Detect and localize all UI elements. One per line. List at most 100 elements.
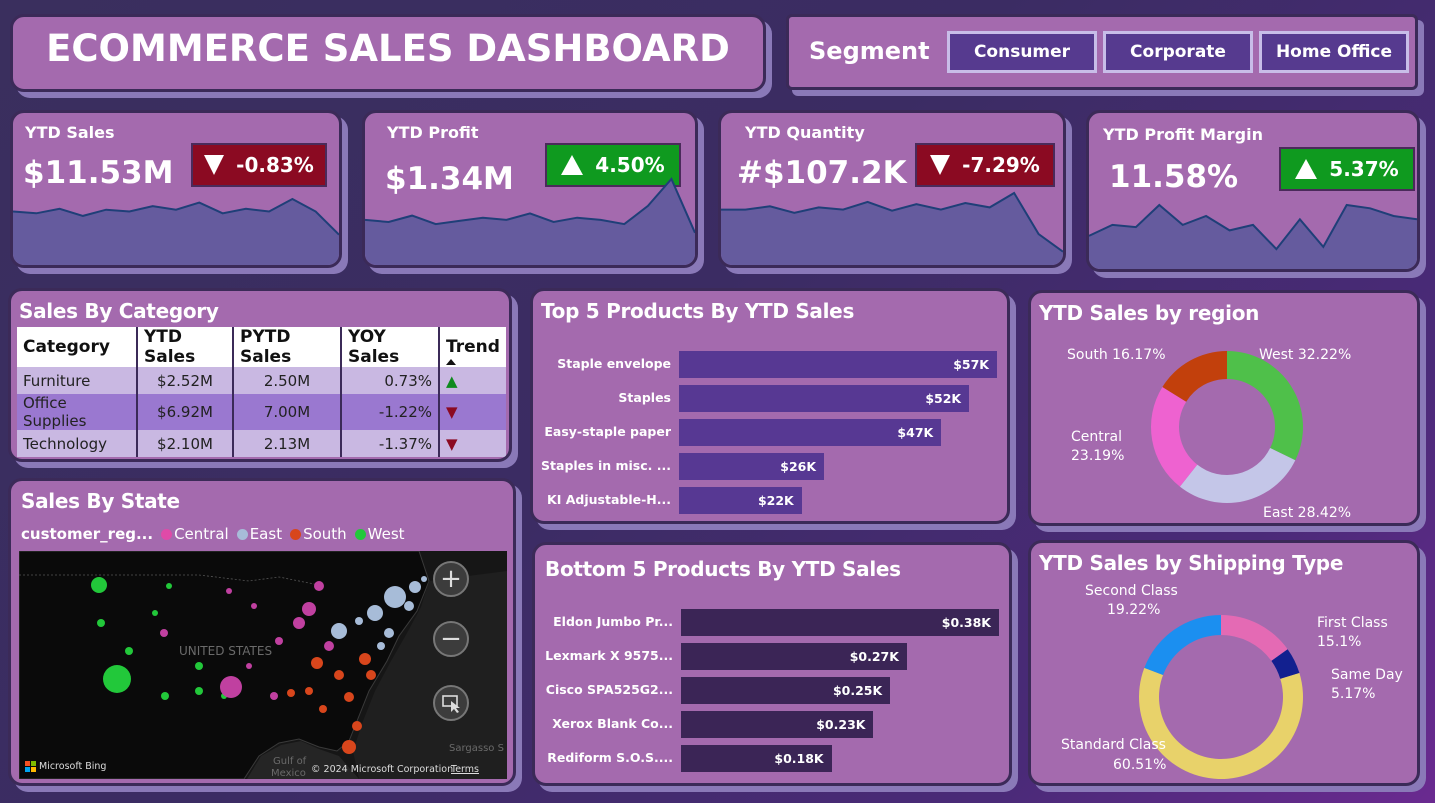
bar[interactable]: $26K (679, 453, 825, 480)
arrow-down-icon (204, 155, 225, 175)
table-row[interactable]: Furniture $2.52M 2.50M 0.73% ▲ (17, 367, 506, 394)
bubble-east[interactable] (421, 576, 427, 582)
bar-row[interactable]: Cisco SPA525G2... $0.25K (535, 677, 1009, 704)
bubble-east[interactable] (355, 617, 363, 625)
cell-category: Technology (17, 430, 138, 457)
bubble-east[interactable] (331, 623, 347, 639)
sales-by-category-card: Sales By Category Category YTD Sales PYT… (8, 288, 512, 462)
bubble-south[interactable] (352, 721, 362, 731)
segment-home-office-button[interactable]: Home Office (1259, 31, 1409, 73)
bar-row[interactable]: Rediform S.O.S.... $0.18K (535, 745, 1009, 772)
segment-corporate-button[interactable]: Corporate (1103, 31, 1253, 73)
bar-row[interactable]: Eldon Jumbo Pr... $0.38K (535, 609, 1009, 636)
bar[interactable]: $0.38K (681, 609, 999, 636)
bubble-central[interactable] (226, 588, 232, 594)
zoom-in-button[interactable]: + (433, 561, 469, 597)
bubble-central[interactable] (270, 692, 278, 700)
bar-category-label: KI Adjustable-H... (547, 492, 671, 507)
label-same-day-value: 5.17% (1331, 686, 1376, 702)
table-row[interactable]: Technology $2.10M 2.13M -1.37% ▼ (17, 430, 506, 457)
bubble-central[interactable] (246, 663, 252, 669)
bubble-south[interactable] (366, 670, 376, 680)
bar[interactable]: $57K (679, 351, 997, 378)
bubble-central[interactable] (275, 637, 283, 645)
column-header-yoy-sales[interactable]: YOY Sales (341, 327, 440, 367)
bubble-south[interactable] (334, 670, 344, 680)
bubble-east[interactable] (384, 586, 406, 608)
bubble-east[interactable] (409, 581, 421, 593)
legend-item-west[interactable]: West (354, 525, 405, 543)
bubble-south[interactable] (287, 689, 295, 697)
category-table: Category YTD Sales PYTD Sales YOY Sales … (17, 327, 506, 457)
donut-slice-central[interactable] (1151, 386, 1198, 487)
bottom5-title: Bottom 5 Products By YTD Sales (545, 557, 901, 581)
bubble-south[interactable] (342, 740, 356, 754)
bubble-central[interactable] (314, 581, 324, 591)
bar-row[interactable]: Staple envelope $57K (533, 351, 1007, 378)
bubble-central[interactable] (293, 617, 305, 629)
bar[interactable]: $0.25K (681, 677, 891, 704)
cell-trend: ▲ (439, 367, 506, 394)
kpi-change: -7.29% (962, 153, 1040, 177)
bar[interactable]: $47K (679, 419, 942, 446)
bubble-east[interactable] (404, 601, 414, 611)
map-canvas[interactable]: UNITED STATES Gulf of Mexico Sargasso S (19, 551, 507, 779)
bubble-west[interactable] (152, 610, 158, 616)
bubble-central[interactable] (220, 676, 242, 698)
bubble-east[interactable] (384, 628, 394, 638)
label-central-value: 23.19% (1071, 448, 1125, 464)
legend-dot (354, 529, 366, 540)
bar-row[interactable]: Xerox Blank Co... $0.23K (535, 711, 1009, 738)
legend-dot (290, 529, 302, 540)
bar[interactable]: $0.27K (681, 643, 907, 670)
zoom-out-button[interactable]: − (433, 621, 469, 657)
bubble-west[interactable] (166, 583, 172, 589)
legend-item-east[interactable]: East (236, 525, 282, 543)
bubble-west[interactable] (97, 619, 105, 627)
select-area-button[interactable] (433, 685, 469, 721)
column-header-category[interactable]: Category (17, 327, 138, 367)
bubble-south[interactable] (359, 653, 371, 665)
legend-item-south[interactable]: South (290, 525, 347, 543)
bubble-south[interactable] (344, 692, 354, 702)
bar-row[interactable]: Staples in misc. ... $26K (533, 453, 1007, 480)
column-header-trend[interactable]: Trend (439, 327, 506, 367)
table-row[interactable]: Office Supplies $6.92M 7.00M -1.22% ▼ (17, 394, 506, 430)
map-terms-link[interactable]: Terms (451, 764, 479, 775)
arrow-up-icon (1295, 159, 1318, 179)
bar-row[interactable]: KI Adjustable-H... $22K (533, 487, 1007, 514)
bubble-east[interactable] (377, 642, 385, 650)
legend-item-central[interactable]: Central (161, 525, 229, 543)
bubble-west[interactable] (125, 647, 133, 655)
bubble-south[interactable] (319, 705, 327, 713)
bubble-west[interactable] (91, 577, 107, 593)
bubble-central[interactable] (324, 641, 334, 651)
bubble-central[interactable] (160, 629, 168, 637)
donut-slice-east[interactable] (1179, 448, 1296, 503)
bubble-west[interactable] (195, 687, 203, 695)
bar[interactable]: $22K (679, 487, 802, 514)
bar-row[interactable]: Staples $52K (533, 385, 1007, 412)
bubble-central[interactable] (251, 603, 257, 609)
donut-slice-second-class[interactable] (1144, 615, 1221, 675)
bubble-west[interactable] (161, 692, 169, 700)
bubble-south[interactable] (311, 657, 323, 669)
bar[interactable]: $0.23K (681, 711, 874, 738)
column-header-pytd-sales[interactable]: PYTD Sales (233, 327, 342, 367)
kpi-ytd-quantity: YTD Quantity #$107.2K -7.29% (718, 110, 1066, 268)
legend-label: West (367, 525, 405, 543)
bubble-east[interactable] (367, 605, 383, 621)
donut-slice-west[interactable] (1227, 351, 1303, 461)
bar-row[interactable]: Lexmark X 9575... $0.27K (535, 643, 1009, 670)
bubble-west[interactable] (195, 662, 203, 670)
bubble-central[interactable] (302, 602, 316, 616)
column-header-ytd-sales[interactable]: YTD Sales (137, 327, 234, 367)
bubble-south[interactable] (305, 687, 313, 695)
segment-consumer-button[interactable]: Consumer (947, 31, 1097, 73)
bar[interactable]: $0.18K (681, 745, 832, 772)
top5-title: Top 5 Products By YTD Sales (541, 299, 855, 323)
bar[interactable]: $52K (679, 385, 970, 412)
bar-row[interactable]: Easy-staple paper $47K (533, 419, 1007, 446)
donut-slice-first-class[interactable] (1221, 615, 1288, 661)
bubble-west[interactable] (103, 665, 131, 693)
